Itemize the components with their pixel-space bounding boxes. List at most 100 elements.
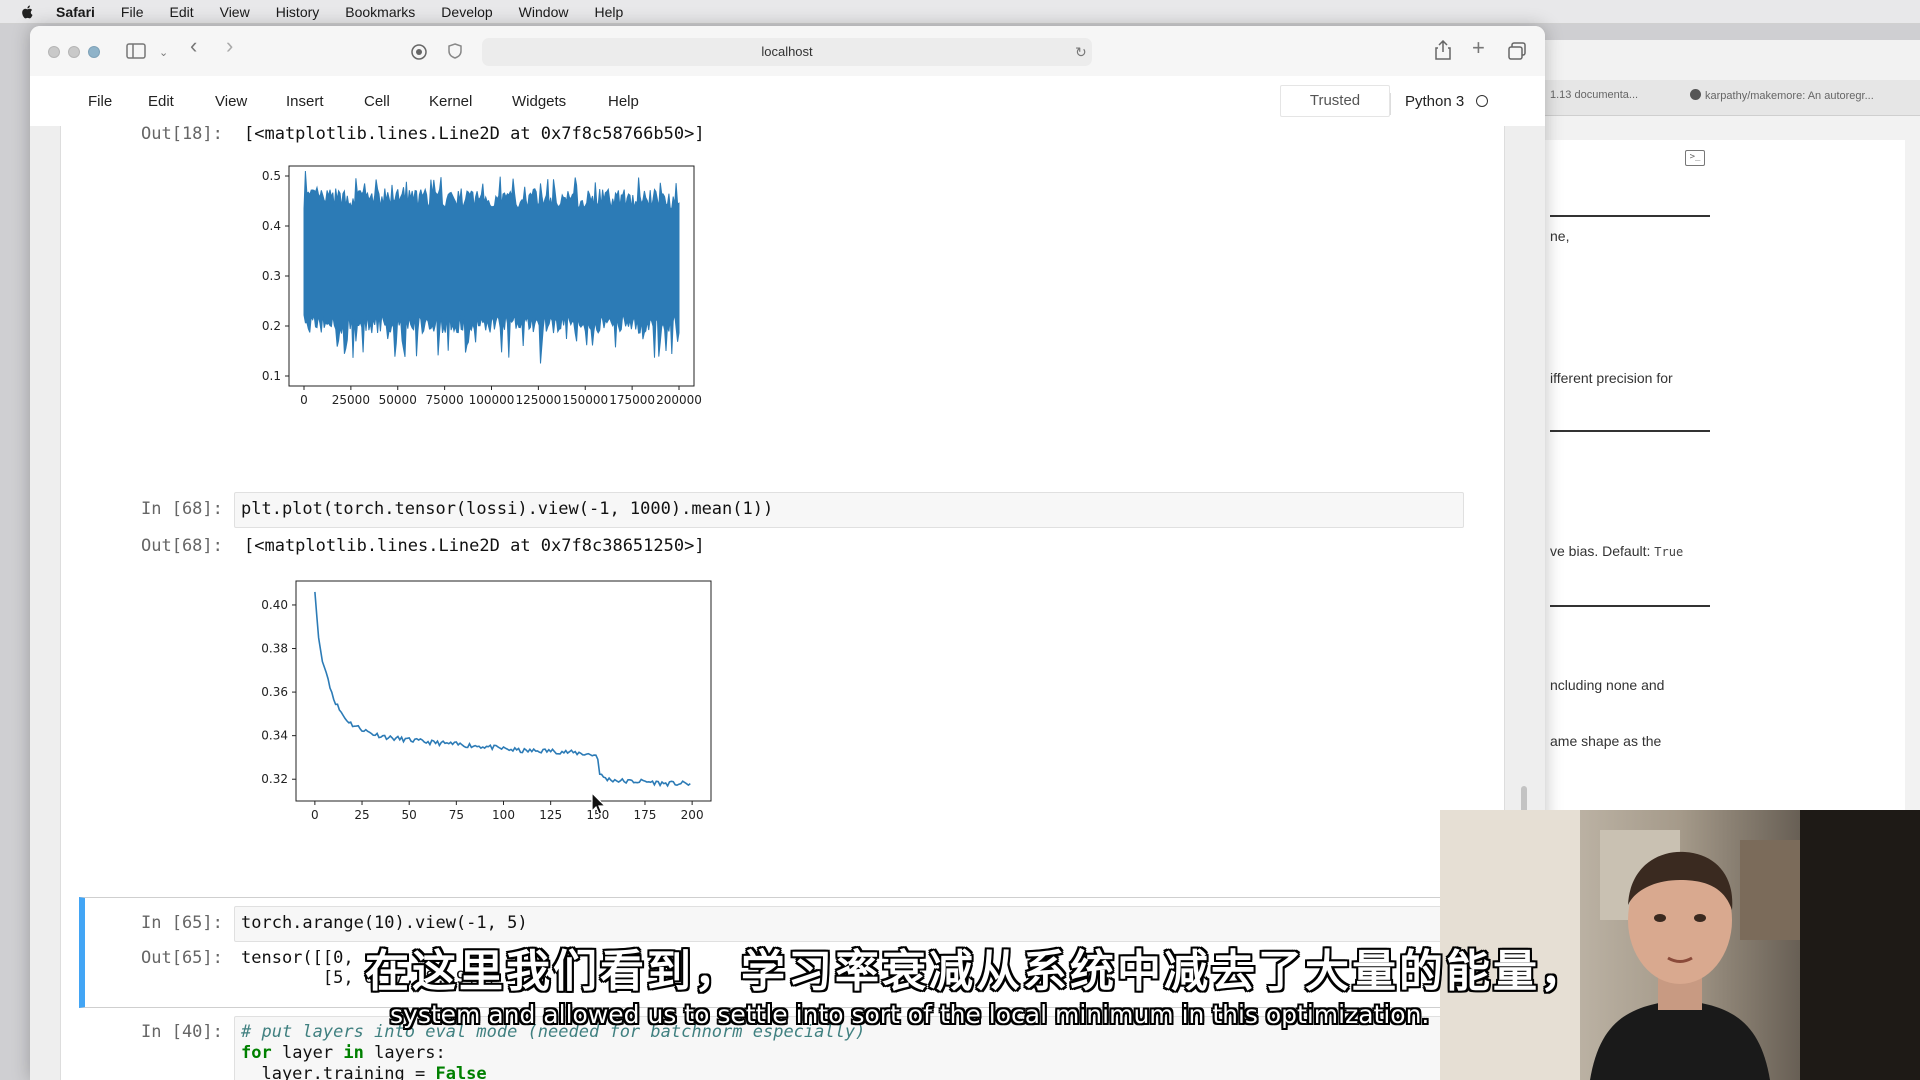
- mouse-cursor-icon: [591, 792, 607, 815]
- menu-develop[interactable]: Develop: [441, 4, 492, 20]
- cell-prompt: Out[18]:: [141, 124, 223, 144]
- menu-help[interactable]: Help: [594, 4, 623, 20]
- address-bar[interactable]: localhost: [482, 38, 1092, 66]
- kernel-status-icon: [1476, 95, 1489, 107]
- divider: [1550, 430, 1710, 432]
- x-tick-label: 50: [402, 808, 417, 822]
- x-tick-label: 175000: [609, 393, 655, 407]
- cell-output-text: tensor([[0,: [241, 948, 354, 968]
- privacy-report-icon[interactable]: [410, 43, 428, 61]
- background-tab-docs[interactable]: 1.13 documenta...: [1550, 89, 1638, 101]
- y-tick-label: 0.36: [261, 685, 288, 699]
- subtitle-chinese: 在这里我们看到，学习率衰减从系统中减去了大量的能量，: [365, 946, 1587, 997]
- jupyter-menu-bar: File Edit View Insert Cell Kernel Widget…: [30, 76, 1545, 126]
- y-tick-label: 0.40: [261, 598, 288, 612]
- jupyter-menu-insert[interactable]: Insert: [286, 93, 324, 110]
- apple-icon[interactable]: [18, 4, 38, 20]
- x-tick-label: 25: [354, 808, 369, 822]
- reload-icon[interactable]: ↻: [1075, 42, 1087, 62]
- jupyter-menu-help[interactable]: Help: [608, 93, 639, 110]
- code-token: layer.training =: [241, 1064, 436, 1080]
- doc-fragment: ame shape as the: [1550, 733, 1662, 749]
- cell-prompt: Out[65]:: [141, 948, 223, 968]
- menu-bookmarks[interactable]: Bookmarks: [345, 4, 415, 20]
- x-tick-label: 200: [681, 808, 704, 822]
- menu-file[interactable]: File: [121, 4, 144, 20]
- cell-output-text: [<matplotlib.lines.Line2D at 0x7f8c38651…: [244, 536, 705, 556]
- x-tick-label: 125: [539, 808, 562, 822]
- jupyter-menu-widgets[interactable]: Widgets: [512, 93, 566, 110]
- background-tab-makemore[interactable]: karpathy/makemore: An autoregr...: [1690, 89, 1874, 102]
- doc-fragment: ncluding none and: [1550, 677, 1665, 693]
- code-token: layers:: [363, 1043, 446, 1063]
- cell-prompt: In [40]:: [141, 1022, 223, 1042]
- address-text: localhost: [761, 44, 813, 59]
- menu-history[interactable]: History: [276, 4, 320, 20]
- close-window-button[interactable]: [48, 46, 60, 58]
- loss-chart-smoothed: 0 25 50 75 100 125 150 175 2000.320.340.360.380.…: [261, 580, 712, 822]
- cell-prompt: Out[68]:: [141, 536, 223, 556]
- cell-output-text: [<matplotlib.lines.Line2D at 0x7f8c58766…: [244, 124, 705, 144]
- shield-icon[interactable]: [448, 43, 462, 59]
- x-tick-label: 75: [449, 808, 464, 822]
- forward-arrow-icon[interactable]: ›: [226, 35, 233, 57]
- jupyter-menu-edit[interactable]: Edit: [148, 93, 174, 110]
- jupyter-menu-file[interactable]: File: [88, 93, 112, 110]
- divider: [1550, 605, 1710, 607]
- menu-app-safari[interactable]: Safari: [56, 4, 95, 20]
- menu-view[interactable]: View: [220, 4, 250, 20]
- trusted-indicator[interactable]: Trusted: [1280, 85, 1390, 117]
- sidebar-icon[interactable]: [126, 43, 146, 59]
- x-tick-label: 0: [300, 393, 308, 407]
- code-line: plt.plot(torch.tensor(lossi).view(-1, 10…: [241, 499, 774, 519]
- new-tab-plus-icon[interactable]: +: [1472, 37, 1485, 59]
- tab-overview-icon[interactable]: [1508, 42, 1526, 60]
- plot-frame: [295, 580, 712, 802]
- x-tick-label: 175: [634, 808, 657, 822]
- zoom-window-button[interactable]: [88, 46, 100, 58]
- back-arrow-icon[interactable]: ‹: [190, 35, 197, 57]
- x-tick-label: 0: [311, 808, 319, 822]
- y-tick-label: 0.1: [262, 369, 281, 383]
- jupyter-menu-cell[interactable]: Cell: [364, 93, 390, 110]
- kernel-indicator[interactable]: Python 3: [1390, 93, 1489, 115]
- background-tab-bar: 1.13 documenta... karpathy/makemore: An …: [1500, 80, 1920, 116]
- github-icon: [1690, 89, 1701, 100]
- y-tick-label: 0.4: [262, 219, 281, 233]
- keyword: in: [343, 1043, 364, 1063]
- y-tick-label: 0.5: [262, 169, 281, 183]
- menu-window[interactable]: Window: [519, 4, 569, 20]
- jupyter-menu-view[interactable]: View: [215, 93, 247, 110]
- code-line: for layer in layers:: [241, 1043, 446, 1063]
- minimize-window-button[interactable]: [68, 46, 80, 58]
- y-tick-label: 0.3: [262, 269, 281, 283]
- y-tick-label: 0.38: [261, 642, 288, 656]
- default-value-code: True: [1654, 545, 1684, 559]
- divider: [1550, 215, 1710, 217]
- kernel-name: Python 3: [1405, 93, 1465, 110]
- share-icon[interactable]: [1435, 40, 1451, 60]
- chevron-down-icon[interactable]: ⌄: [159, 43, 168, 63]
- y-tick-label: 0.32: [261, 772, 288, 786]
- menu-edit[interactable]: Edit: [169, 4, 193, 20]
- doc-fragment: ve bias. Default: True: [1550, 543, 1683, 559]
- x-tick-label: 75000: [426, 393, 464, 407]
- doc-fragment-text: ve bias. Default:: [1550, 543, 1655, 559]
- x-tick-label: 125000: [515, 393, 561, 407]
- x-tick-label: 50000: [379, 393, 417, 407]
- code-token: layer: [271, 1043, 344, 1063]
- loss-chart-raw: 0 25000 50000 75000 100000 125000 150000 175000…: [262, 165, 702, 407]
- cell-prompt: In [65]:: [141, 913, 223, 933]
- keyword: False: [435, 1064, 487, 1080]
- doc-fragment: ifferent precision for: [1550, 370, 1673, 386]
- x-tick-label: 100000: [469, 393, 515, 407]
- background-tab-makemore-label: karpathy/makemore: An autoregr...: [1705, 90, 1874, 102]
- doc-fragment: ne,: [1550, 228, 1570, 244]
- y-tick-label: 0.34: [261, 729, 288, 743]
- code-line: layer.training = False: [241, 1064, 487, 1080]
- keyword: for: [241, 1043, 272, 1063]
- jupyter-menu-kernel[interactable]: Kernel: [429, 93, 472, 110]
- subtitle-english: system and allowed us to settle into sor…: [390, 1000, 1430, 1029]
- x-tick-label: 25000: [332, 393, 370, 407]
- terminal-icon[interactable]: >_: [1685, 150, 1705, 166]
